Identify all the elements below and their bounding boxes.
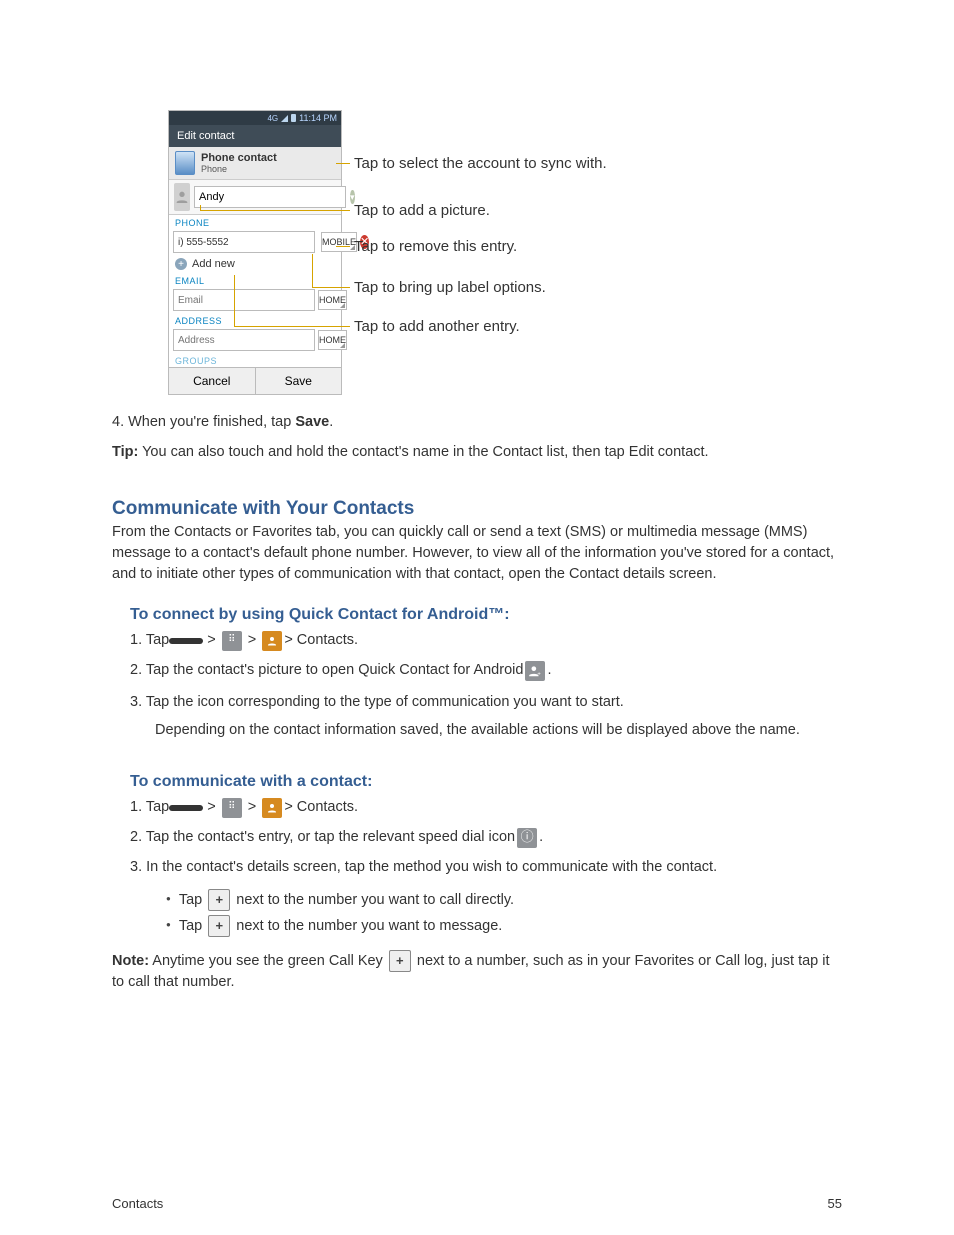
callout-label: Tap to bring up label options. bbox=[354, 279, 546, 296]
address-label-spinner[interactable]: HOME bbox=[318, 330, 347, 350]
bottom-note: Note: Anytime you see the green Call Key… bbox=[112, 950, 842, 993]
plus-box-icon: + bbox=[389, 950, 411, 972]
phone-number-input[interactable] bbox=[173, 231, 315, 253]
footer-page: 55 bbox=[828, 1195, 842, 1214]
heading-quick-contact: To connect by using Quick Contact for An… bbox=[130, 603, 860, 626]
status-4g-icon: 4G bbox=[267, 114, 278, 123]
status-time: 11:14 PM bbox=[299, 113, 337, 123]
plus-box-icon: + bbox=[208, 915, 230, 937]
page-footer: Contacts 55 bbox=[112, 1195, 842, 1214]
section-email: EMAIL bbox=[169, 273, 341, 287]
qc-step-1: 1. Tap > ⠿ > > Contacts. bbox=[130, 630, 860, 651]
screen-title: Edit contact bbox=[169, 125, 341, 147]
dialpad-icon: ⠿ bbox=[222, 798, 242, 818]
name-input[interactable] bbox=[194, 186, 346, 208]
comm-bullets: Tap + next to the number you want to cal… bbox=[166, 885, 866, 941]
contacts-icon bbox=[262, 631, 282, 651]
speed-dial-icon: ⓘ bbox=[517, 828, 537, 848]
callout-picture: Tap to add a picture. bbox=[354, 202, 490, 219]
qc-step-3: 3. Tap the icon corresponding to the typ… bbox=[130, 692, 860, 713]
section-groups: GROUPS bbox=[169, 353, 341, 367]
contact-avatar[interactable] bbox=[174, 183, 190, 211]
callout-remove: Tap to remove this entry. bbox=[354, 238, 517, 255]
phone-label-spinner[interactable]: MOBILE bbox=[321, 232, 357, 252]
phone-entry-row: MOBILE ✕ bbox=[169, 229, 341, 255]
battery-icon bbox=[291, 114, 296, 122]
dialpad-icon: ⠿ bbox=[222, 631, 242, 651]
home-key-icon bbox=[169, 638, 203, 644]
bottom-bar: Cancel Save bbox=[169, 367, 341, 394]
address-entry-row: HOME bbox=[169, 327, 341, 353]
communicate-intro: From the Contacts or Favorites tab, you … bbox=[112, 522, 842, 585]
status-bar: 4G 11:14 PM bbox=[169, 111, 341, 125]
new-contact-icon: + bbox=[525, 661, 545, 681]
email-input[interactable] bbox=[173, 289, 315, 311]
heading-to-communicate: To communicate with a contact: bbox=[130, 770, 860, 793]
email-entry-row: HOME bbox=[169, 287, 341, 313]
comm-step-3: 3. In the contact's details screen, tap … bbox=[130, 857, 860, 878]
cancel-button[interactable]: Cancel bbox=[169, 368, 256, 394]
add-new-label: Add new bbox=[192, 258, 235, 270]
callout-account: Tap to select the account to sync with. bbox=[354, 155, 607, 172]
plus-box-icon: + bbox=[208, 889, 230, 911]
account-row[interactable]: Phone contact Phone bbox=[169, 147, 341, 180]
heading-communicate: Communicate with Your Contacts bbox=[112, 495, 842, 523]
account-sub: Phone bbox=[201, 164, 335, 174]
signal-icon bbox=[281, 115, 288, 122]
tablet-icon bbox=[175, 151, 195, 175]
comm-step-1: 1. Tap > ⠿ > > Contacts. bbox=[130, 797, 860, 818]
add-new-row[interactable]: + Add new bbox=[169, 255, 341, 273]
home-key-icon bbox=[169, 805, 203, 811]
comm-step-2: 2. Tap the contact's entry, or tap the r… bbox=[130, 827, 860, 848]
section-phone: PHONE bbox=[169, 215, 341, 229]
phone-screenshot: 4G 11:14 PM Edit contact Phone contact P… bbox=[168, 110, 342, 395]
callout-add: Tap to add another entry. bbox=[354, 318, 520, 335]
email-label-spinner[interactable]: HOME bbox=[318, 290, 347, 310]
save-button[interactable]: Save bbox=[256, 368, 342, 394]
svg-text:+: + bbox=[538, 671, 542, 677]
contacts-icon bbox=[262, 798, 282, 818]
step-4: 4. When you're finished, tap Save. bbox=[112, 412, 842, 433]
address-input[interactable] bbox=[173, 329, 315, 351]
qc-step-2: 2. Tap the contact's picture to open Qui… bbox=[130, 660, 860, 681]
tip-line: Tip: You can also touch and hold the con… bbox=[112, 442, 842, 463]
plus-icon: + bbox=[175, 258, 187, 270]
qc-note: Depending on the contact information sav… bbox=[155, 720, 835, 741]
footer-section: Contacts bbox=[112, 1195, 163, 1214]
section-address: ADDRESS bbox=[169, 313, 341, 327]
account-type: Phone contact bbox=[201, 152, 335, 164]
